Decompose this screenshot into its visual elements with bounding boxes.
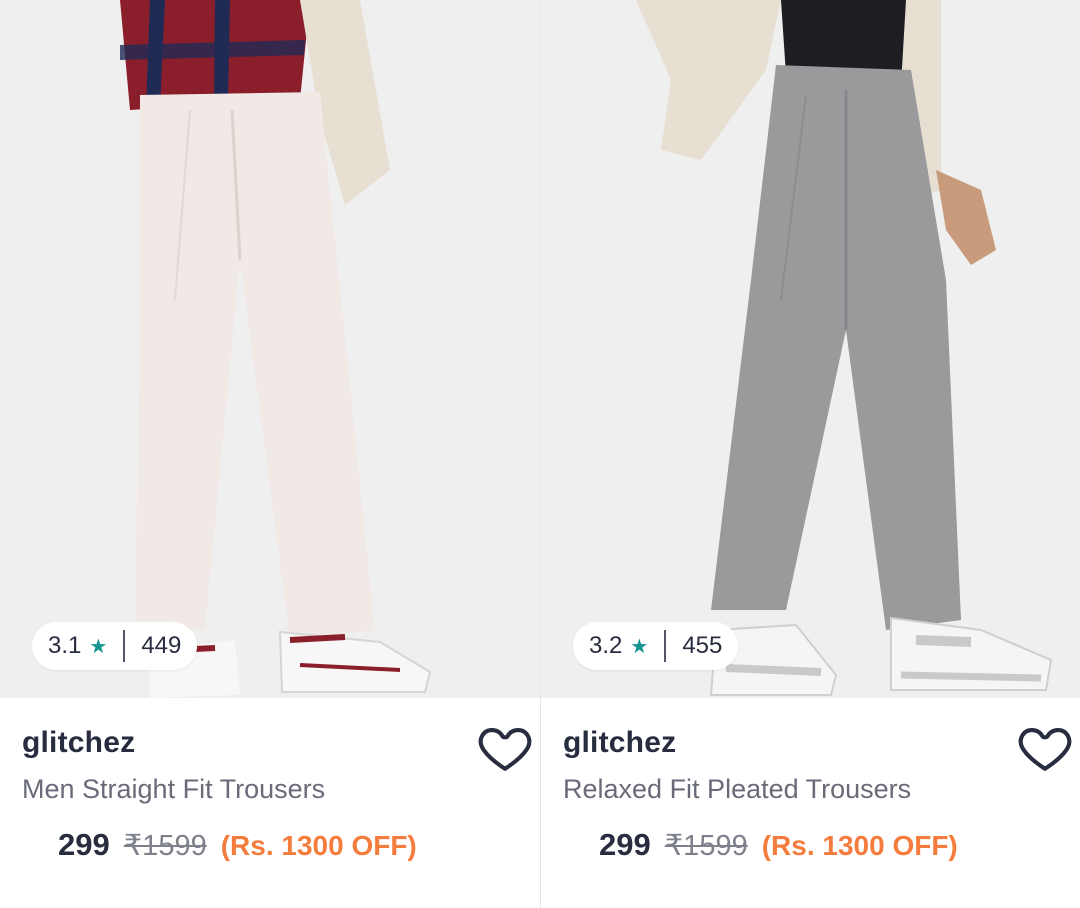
original-price: ₹1599 <box>123 830 207 862</box>
rating-count: 455 <box>682 632 723 659</box>
discount-label: (Rs. 1300 OFF) <box>220 830 417 861</box>
rating-score: 3.1 <box>48 632 82 659</box>
star-icon: ★ <box>630 635 649 658</box>
rating-divider <box>123 630 126 662</box>
product-title: Relaxed Fit Pleated Trousers <box>563 774 912 804</box>
rating-divider <box>664 630 667 662</box>
brand-name: glitchez <box>563 726 677 759</box>
selling-price: 299 <box>58 827 110 862</box>
rating-count: 449 <box>141 632 182 659</box>
price-row: 299 ₹1599 (Rs. 1300 OFF) <box>563 827 1080 863</box>
price-row: 299 ₹1599 (Rs. 1300 OFF) <box>22 827 540 863</box>
rating-score: 3.2 <box>589 632 623 659</box>
product-info: glitchez Relaxed Fit Pleated Trousers 29… <box>563 726 1080 863</box>
product-card[interactable]: 3.2 ★ 455 glitchez Relaxed Fit Pleated T… <box>540 0 1080 908</box>
star-icon: ★ <box>89 635 108 658</box>
product-photo-illustration <box>0 0 540 698</box>
product-card[interactable]: 3.1 ★ 449 glitchez Men Straight Fit Trou… <box>0 0 540 908</box>
discount-label: (Rs. 1300 OFF) <box>761 830 958 861</box>
product-info: glitchez Men Straight Fit Trousers 299 ₹… <box>22 726 540 863</box>
brand-name: glitchez <box>22 726 136 759</box>
product-photo-illustration <box>541 0 1080 698</box>
original-price: ₹1599 <box>664 830 748 862</box>
product-image[interactable]: 3.1 ★ 449 <box>0 0 540 698</box>
rating-badge: 3.2 ★ 455 <box>573 622 739 670</box>
product-title: Men Straight Fit Trousers <box>22 774 326 804</box>
product-image[interactable]: 3.2 ★ 455 <box>541 0 1080 698</box>
rating-badge: 3.1 ★ 449 <box>32 622 198 670</box>
selling-price: 299 <box>599 827 651 862</box>
product-grid: 3.1 ★ 449 glitchez Men Straight Fit Trou… <box>0 0 1080 908</box>
